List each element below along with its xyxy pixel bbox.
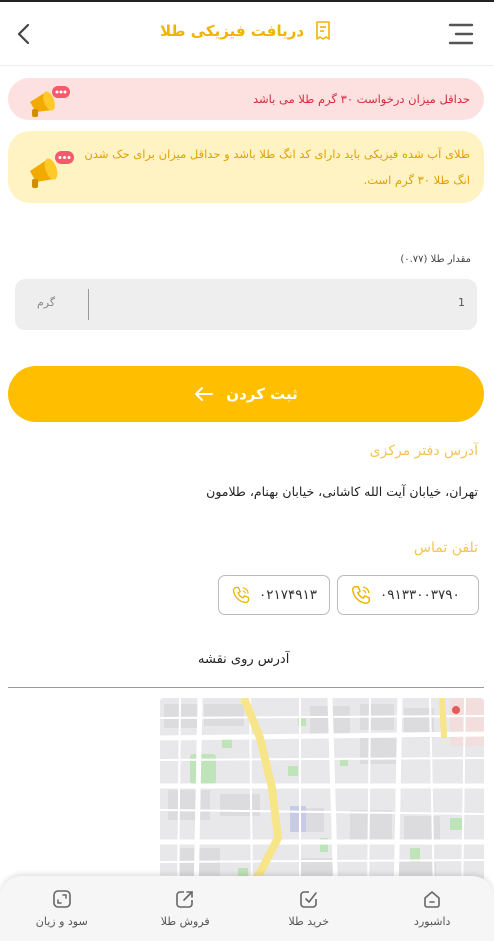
unit-label: گرم (37, 296, 56, 309)
physical-gold-text-line2: انگ طلا ۳۰ گرم است. (363, 173, 470, 187)
divider (8, 687, 484, 688)
phone-number: ۰۲۱۷۴۹۱۳ (258, 587, 317, 603)
megaphone-icon (30, 151, 74, 188)
office-address: تهران، خیابان آیت الله کاشانی، خیابان به… (206, 484, 478, 499)
physical-gold-text-line1: طلای آب شده فیزیکی باید دارای کد انگ طلا… (84, 147, 470, 161)
page-title: دریافت فیزیکی طلا (159, 22, 305, 40)
nav-profit-loss[interactable]: سود و زیان (0, 876, 124, 941)
expand-icon (52, 890, 71, 908)
home-icon (424, 891, 441, 908)
min-request-text: حداقل میزان درخواست ۳۰ گرم طلا می باشد (252, 92, 470, 106)
location-map[interactable] (160, 698, 484, 898)
submit-button[interactable]: ثبت کردن (8, 366, 484, 422)
address-heading: آدرس دفتر مرکزی (369, 443, 478, 459)
hamburger-menu-icon[interactable] (448, 22, 474, 46)
amount-label: مقدار طلا (۰.۷۷) (400, 254, 471, 265)
map-heading: آدرس روی نقشه (198, 652, 290, 667)
megaphone-icon (30, 86, 70, 117)
physical-gold-alert: طلای آب شده فیزیکی باید دارای کد انگ طلا… (8, 131, 484, 203)
nav-sell-gold[interactable]: فروش طلا (124, 876, 248, 941)
buy-check-icon (299, 891, 317, 908)
app-header: دریافت فیزیکی طلا (0, 2, 494, 66)
nav-buy-gold[interactable]: خرید طلا (247, 876, 371, 941)
unit-divider (88, 289, 89, 320)
nav-dashboard[interactable]: داشبورد (371, 876, 494, 941)
bottom-navigation: سود و زیان فروش طلا خرید طلا داشبورد (0, 876, 494, 941)
phone-button-mobile[interactable]: ۰۹۱۳۳۰۰۳۷۹۰ (337, 575, 479, 615)
phone-button-landline[interactable]: ۰۲۱۷۴۹۱۳ (218, 575, 330, 615)
arrow-left-icon (195, 387, 214, 401)
nav-label: فروش طلا (160, 915, 210, 928)
phone-icon (352, 586, 370, 604)
nav-label: خرید طلا (288, 915, 330, 928)
nav-label: سود و زیان (35, 915, 88, 928)
phone-icon (232, 586, 250, 604)
amount-value[interactable]: 1 (458, 296, 465, 309)
header-title-group: دریافت فیزیکی طلا (0, 20, 494, 42)
amount-input[interactable]: 1 گرم (15, 279, 477, 330)
share-out-icon (176, 891, 194, 908)
physical-gold-text: طلای آب شده فیزیکی باید دارای کد انگ طلا… (70, 141, 470, 193)
min-request-alert: حداقل میزان درخواست ۳۰ گرم طلا می باشد (8, 78, 484, 120)
submit-label: ثبت کردن (226, 385, 298, 403)
map-image (160, 698, 484, 898)
phone-number: ۰۹۱۳۳۰۰۳۷۹۰ (380, 587, 460, 603)
nav-label: داشبورد (414, 915, 451, 928)
receipt-icon (316, 21, 330, 40)
phone-heading: تلفن تماس (413, 540, 478, 556)
